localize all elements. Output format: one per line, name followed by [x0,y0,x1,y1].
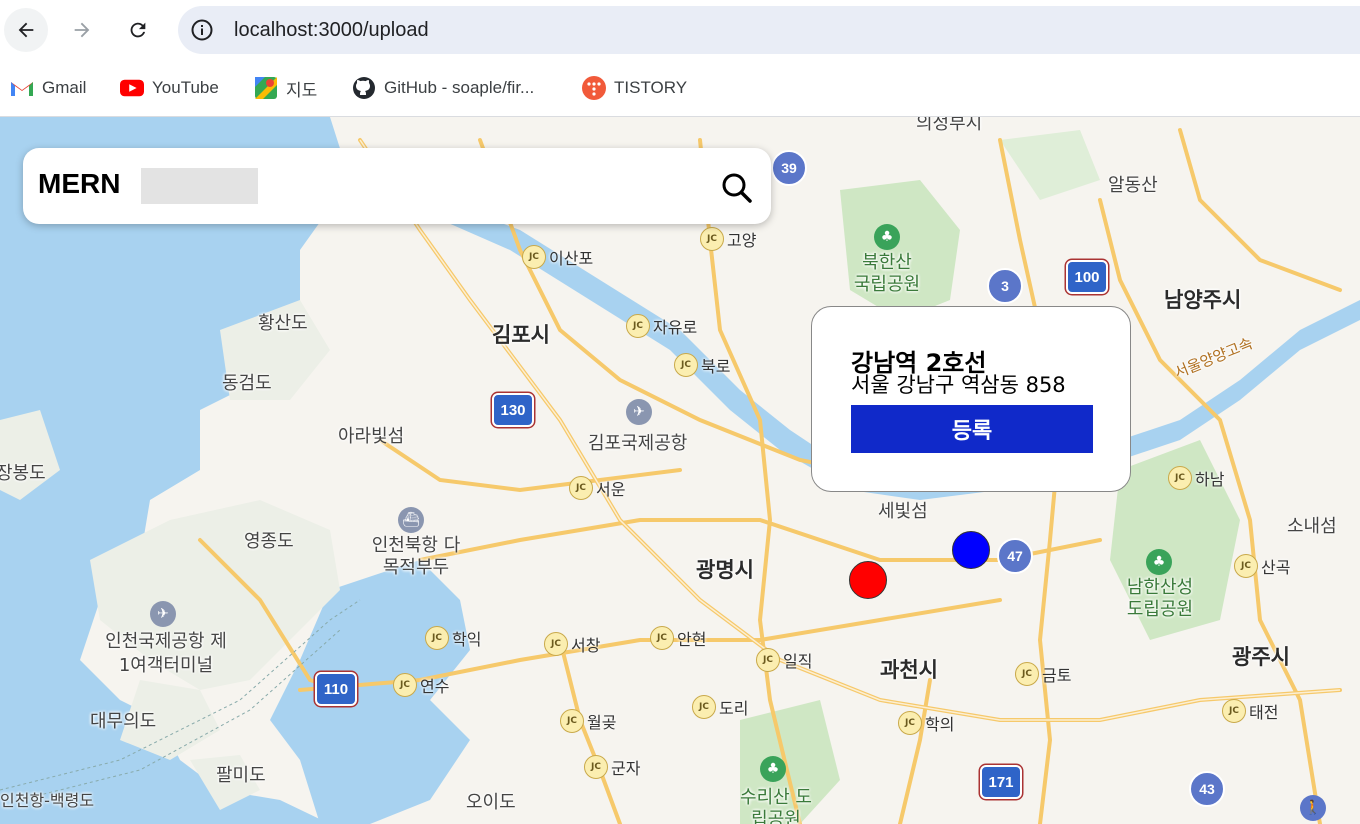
bookmark-label: Gmail [42,78,87,97]
bookmark-label: 지도 [286,80,318,100]
map-label-town: 소내섬 [1287,516,1337,537]
bookmark-label: TISTORY [614,78,688,97]
junction-label: JC 월곶 [560,709,616,733]
search-icon [722,173,752,203]
location-popup: 강남역 2호선 서울 강남구 역삼동 858 등록 [811,306,1131,492]
map-label-town: 대무의도 [90,711,157,732]
highway-shield: 130 [492,393,534,427]
highway-shield: 43 [1189,771,1225,807]
junction-label: JC 이산포 [522,245,593,269]
junction-label: JC 일직 [756,648,812,672]
airport-icon: ✈ [150,601,176,627]
map-label-town: 수리산 도립공원 [740,787,812,824]
map-label-town: 인천국제공항 제1여객터미널 [105,631,227,676]
url-text[interactable]: localhost:3000/upload [234,19,429,42]
park-icon: ♣ [874,224,900,250]
map-label-city: 김포시 [492,323,550,347]
bookmark-label: YouTube [152,78,219,97]
map-label-city: 광명시 [696,558,754,582]
forward-button[interactable] [60,8,104,52]
google-maps-icon [254,76,278,100]
park-icon: ♣ [760,756,786,782]
map-label-town: 인천항-백령도 [0,791,95,810]
red-marker[interactable] [849,561,887,599]
blue-marker[interactable] [952,531,990,569]
search-input[interactable] [141,168,258,204]
junction-label: JC 연수 [393,673,449,697]
bookmark-github[interactable]: GitHub - soaple/fir... [352,74,534,102]
ferry-icon: ⛴ [398,507,424,533]
junction-label: JC 도리 [692,695,748,719]
bookmark-tistory[interactable]: TISTORY [582,74,687,102]
highway-shield: 100 [1066,260,1108,294]
arrow-right-icon [74,22,90,38]
map-label-town: 알동산 [1108,175,1158,196]
bookmark-maps[interactable]: 지도 [254,74,317,102]
address-bar[interactable]: localhost:3000/upload [178,6,1360,54]
browser-toolbar: localhost:3000/upload [0,0,1360,62]
junction-label: JC 산곡 [1234,554,1290,578]
arrow-left-icon [18,22,34,38]
reload-button[interactable] [116,8,160,52]
junction-label: JC 학익 [425,626,481,650]
map-label-town: 의정부시 [916,117,983,134]
map-label-town: 북한산 국립공원 [853,252,921,295]
bookmark-label: GitHub - soaple/fir... [384,78,535,97]
reload-icon [130,22,146,38]
highway-shield: 171 [980,765,1022,799]
junction-label: JC 서운 [569,476,625,500]
map-label-town: 인천북항 다목적부두 [371,535,461,578]
bookmarks-bar: Gmail YouTube 지도 GitHub - soaple/fir... … [0,62,1360,117]
junction-label: JC 서창 [544,632,600,656]
pegman-icon[interactable]: 🚶 [1300,795,1326,821]
back-button[interactable] [4,8,48,52]
junction-label: JC 안현 [650,626,706,650]
map-label-town: 아라빛섬 [338,426,405,447]
map-label-city: 남양주시 [1164,288,1242,312]
highway-shield: 3 [987,268,1023,304]
map-label-town: 세빛섬 [878,501,928,522]
app-brand: MERN [38,168,121,199]
map-label-town: 남한산성 도립공원 [1126,577,1194,620]
site-info-icon[interactable] [190,18,214,42]
map-label-town: 김포국제공항 [588,433,688,454]
bookmark-youtube[interactable]: YouTube [120,74,219,102]
junction-label: JC 하남 [1168,466,1224,490]
highway-shield: 110 [315,672,357,706]
bookmark-gmail[interactable]: Gmail [10,74,86,102]
junction-label: JC 학의 [898,711,954,735]
register-button[interactable]: 등록 [851,405,1093,453]
junction-label: JC 태전 [1222,699,1278,723]
map-label-town: 황산도 [258,313,308,334]
search-button[interactable] [717,168,755,206]
map-label-city: 과천시 [880,658,938,682]
github-icon [352,76,376,100]
search-card: MERN [23,148,771,224]
map-label-town: 팔미도 [216,765,266,786]
map-label-town: 동검도 [222,373,272,394]
airport-icon: ✈ [626,399,652,425]
junction-label: JC 자유로 [626,314,697,338]
junction-label: JC 군자 [584,755,640,779]
gmail-icon [10,76,34,100]
junction-label: JC 북로 [674,353,730,377]
map-label-city: 광주시 [1232,645,1290,669]
map-label-town: 장봉도 [0,463,46,484]
junction-label: JC 금토 [1015,662,1071,686]
junction-label: JC 고양 [700,227,756,251]
map-label-town: 영종도 [244,531,294,552]
highway-shield: 39 [771,150,807,186]
location-address: 서울 강남구 역삼동 858 [851,373,1066,397]
tistory-icon [582,76,606,100]
map-label-town: 오이도 [466,792,516,813]
youtube-icon [120,76,144,100]
highway-shield: 47 [997,538,1033,574]
park-icon: ♣ [1146,549,1172,575]
